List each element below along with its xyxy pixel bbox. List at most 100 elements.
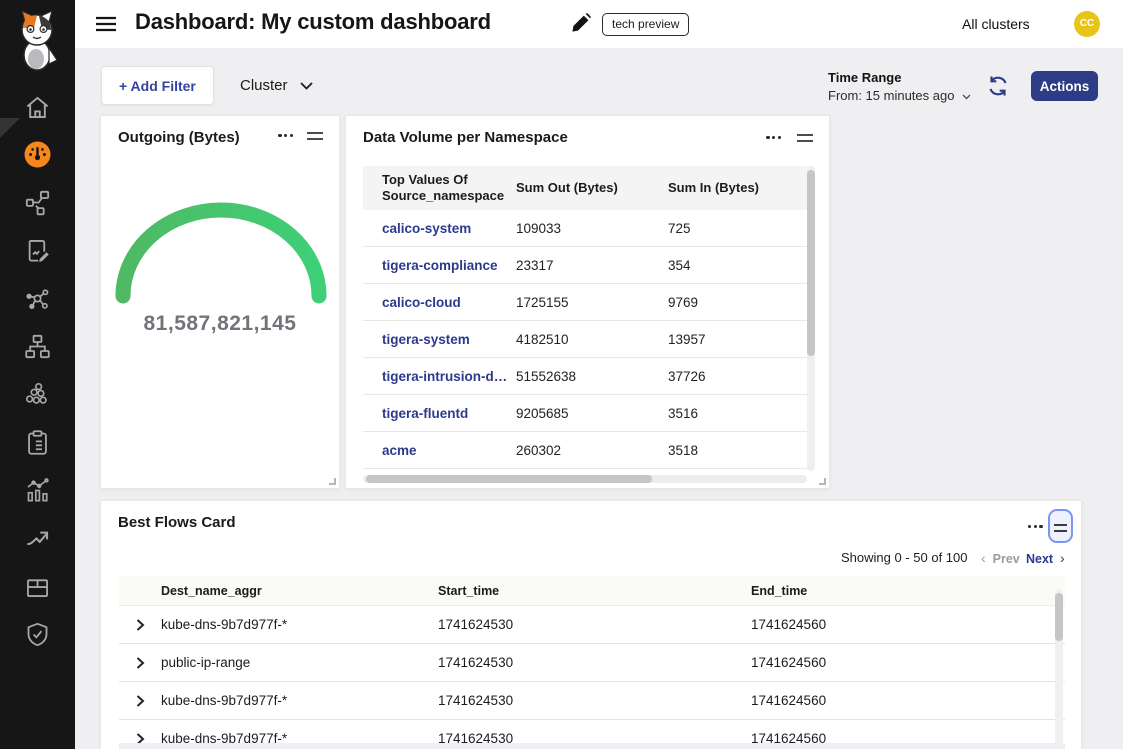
- outgoing-bytes-card: Outgoing (Bytes) 81,587,821,145: [100, 115, 340, 489]
- next-page-button[interactable]: Next ›: [1026, 550, 1065, 566]
- end-time: 1741624560: [751, 693, 1065, 708]
- security-shield-icon: [24, 621, 51, 648]
- card-menu-icon[interactable]: [274, 130, 297, 141]
- top-header: Dashboard: My custom dashboard tech prev…: [75, 0, 1123, 48]
- horizontal-scrollbar[interactable]: [119, 743, 1065, 749]
- cluster-dropdown-label: Cluster: [240, 77, 288, 94]
- dest-name: kube-dns-9b7d977f-*: [161, 617, 438, 632]
- time-range-value[interactable]: From: 15 minutes ago: [828, 88, 971, 103]
- sidebar-item-flow-visualizations[interactable]: [24, 285, 51, 312]
- sum-out-value: 51552638: [516, 369, 668, 384]
- start-time: 1741624530: [438, 617, 751, 632]
- package-box-icon: [24, 573, 51, 600]
- refresh-icon: [986, 74, 1010, 98]
- horizontal-scrollbar[interactable]: [363, 475, 807, 483]
- namespace-link[interactable]: tigera-system: [382, 332, 516, 347]
- sidebar-item-statistics[interactable]: [24, 477, 51, 504]
- sum-out-value: 9205685: [516, 406, 668, 421]
- sidebar-item-service-graph[interactable]: [24, 189, 51, 216]
- resize-handle[interactable]: [819, 478, 826, 485]
- time-range-value-text: From: 15 minutes ago: [828, 88, 954, 103]
- menu-icon[interactable]: [95, 16, 117, 37]
- table-row: kube-dns-9b7d977f-* 1741624530 174162456…: [119, 682, 1065, 720]
- column-header: Sum In (Bytes): [668, 180, 818, 196]
- sum-in-value: 37726: [668, 369, 818, 384]
- data-volume-card: Data Volume per Namespace Top Values Of …: [345, 115, 830, 489]
- vertical-scrollbar[interactable]: [807, 166, 815, 471]
- policy-document-icon: [24, 237, 51, 264]
- namespace-link[interactable]: acme: [382, 443, 516, 458]
- sidebar-item-dashboards[interactable]: [24, 141, 51, 168]
- start-time: 1741624530: [438, 693, 751, 708]
- expand-row-icon[interactable]: [133, 656, 147, 670]
- sum-in-value: 13957: [668, 332, 818, 347]
- calico-cat-logo[interactable]: [11, 8, 63, 72]
- showing-label: Showing 0 - 50 of 100: [841, 550, 967, 565]
- resize-handle[interactable]: [329, 478, 336, 485]
- sum-out-value: 1725155: [516, 295, 668, 310]
- pagination: Showing 0 - 50 of 100 ‹ Prev Next ›: [101, 550, 1063, 568]
- start-time: 1741624530: [438, 655, 751, 670]
- chevron-down-icon: [962, 94, 971, 100]
- home-icon: [24, 94, 51, 121]
- prev-page-button[interactable]: ‹ Prev: [981, 550, 1020, 566]
- refresh-button[interactable]: [986, 74, 1010, 98]
- drag-handle-icon[interactable]: [797, 130, 813, 146]
- flows-table: Dest_name_aggr Start_time End_time kube-…: [119, 576, 1065, 749]
- sidebar-item-home[interactable]: [24, 94, 51, 121]
- drag-handle-icon[interactable]: [307, 128, 323, 144]
- column-header: Sum Out (Bytes): [516, 180, 668, 196]
- table-row: tigera-intrusion-d… 51552638 37726: [363, 358, 807, 395]
- time-range-label: Time Range: [828, 70, 971, 85]
- table-row: tigera-compliance 23317 354: [363, 247, 807, 284]
- expand-row-icon[interactable]: [133, 618, 147, 632]
- time-range: Time Range From: 15 minutes ago: [828, 70, 971, 105]
- namespace-link[interactable]: tigera-intrusion-d…: [382, 369, 516, 384]
- active-section-flag: [0, 118, 20, 138]
- sidebar-item-endpoints[interactable]: [24, 333, 51, 360]
- sum-out-value: 4182510: [516, 332, 668, 347]
- namespace-link[interactable]: tigera-fluentd: [382, 406, 516, 421]
- next-label: Next: [1026, 552, 1053, 566]
- avatar[interactable]: CC: [1074, 11, 1100, 37]
- sum-in-value: 9769: [668, 295, 818, 310]
- card-title: Data Volume per Namespace: [363, 129, 568, 146]
- namespace-table: Top Values Of Source_namespace Sum Out (…: [363, 166, 815, 469]
- card-menu-icon[interactable]: [762, 132, 785, 143]
- table-row: acme 260302 3518: [363, 432, 807, 469]
- dashboard-gauge-icon: [24, 141, 51, 168]
- table-header-row: Top Values Of Source_namespace Sum Out (…: [363, 166, 807, 210]
- add-filter-button[interactable]: + Add Filter: [101, 66, 214, 105]
- actions-button[interactable]: Actions: [1031, 71, 1098, 101]
- sidebar-item-packages[interactable]: [24, 573, 51, 600]
- table-row: tigera-fluentd 9205685 3516: [363, 395, 807, 432]
- drag-handle-focused[interactable]: [1048, 509, 1073, 543]
- sum-out-value: 109033: [516, 221, 668, 236]
- table-row: public-ip-range 1741624530 1741624560: [119, 644, 1065, 682]
- statistics-chart-icon: [24, 477, 51, 504]
- sum-in-value: 3516: [668, 406, 818, 421]
- edit-dashboard-icon[interactable]: [571, 13, 591, 38]
- sidebar-item-policies[interactable]: [24, 237, 51, 264]
- cluster-dropdown[interactable]: Cluster: [240, 77, 313, 94]
- sidebar-item-compliance-reports[interactable]: [24, 429, 51, 456]
- all-clusters-selector[interactable]: All clusters: [962, 16, 1030, 32]
- card-menu-icon[interactable]: [1024, 521, 1047, 532]
- card-title: Best Flows Card: [118, 514, 236, 531]
- sum-in-value: 354: [668, 258, 818, 273]
- sidebar-item-workloads[interactable]: [24, 381, 51, 408]
- sidebar-item-security[interactable]: [24, 621, 51, 648]
- dest-name: public-ip-range: [161, 655, 438, 670]
- table-row: calico-cloud 1725155 9769: [363, 284, 807, 321]
- chevron-down-icon: [300, 82, 313, 90]
- namespace-link[interactable]: calico-system: [382, 221, 516, 236]
- sum-out-value: 260302: [516, 443, 668, 458]
- expand-row-icon[interactable]: [133, 694, 147, 708]
- sidebar-item-trends[interactable]: [24, 525, 51, 552]
- namespace-link[interactable]: tigera-compliance: [382, 258, 516, 273]
- namespace-link[interactable]: calico-cloud: [382, 295, 516, 310]
- end-time: 1741624560: [751, 655, 1065, 670]
- table-row: tigera-system 4182510 13957: [363, 321, 807, 358]
- vertical-scrollbar[interactable]: [1055, 589, 1063, 749]
- end-time: 1741624560: [751, 617, 1065, 632]
